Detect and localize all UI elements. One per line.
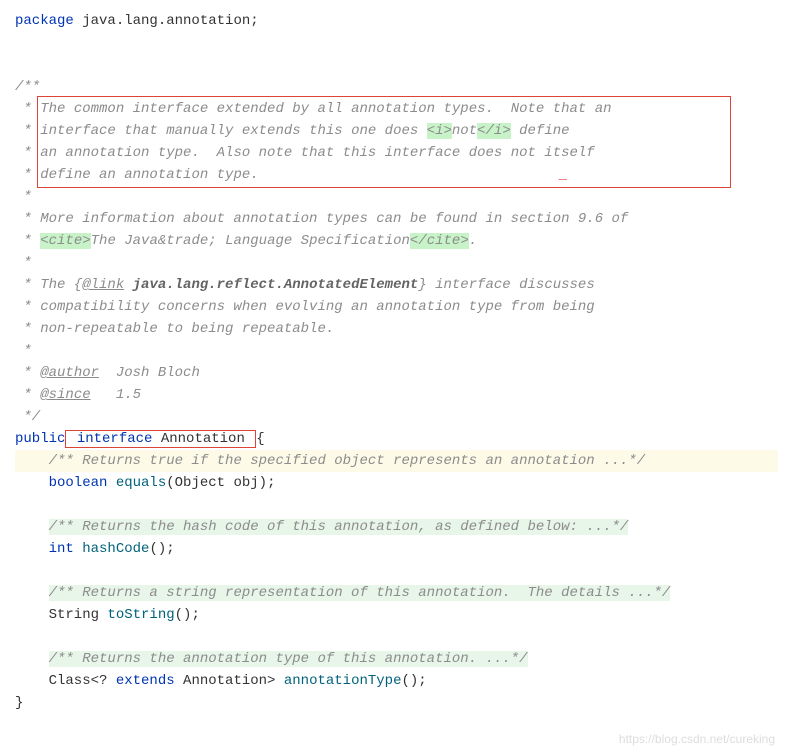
tostring-method: toString <box>107 607 174 623</box>
doc-author-line: * @author Josh Bloch <box>15 362 778 384</box>
doc-star-1: * <box>15 186 778 208</box>
method2-sig: int hashCode(); <box>15 538 778 560</box>
doc-line-11: * non-repeatable to being repeatable. <box>15 318 778 340</box>
author-tag: @author <box>40 365 99 381</box>
watermark: https://blog.csdn.net/cureking <box>619 728 775 750</box>
method3-doc: /** Returns a string representation of t… <box>15 582 778 604</box>
package-keyword: package <box>15 13 74 29</box>
doc-line-9: * The {@link java.lang.reflect.Annotated… <box>15 274 778 296</box>
package-name: java.lang.annotation; <box>74 13 259 29</box>
doc-line-7: * <cite>The Java&trade; Language Specifi… <box>15 230 778 252</box>
method2-doc: /** Returns the hash code of this annota… <box>15 516 778 538</box>
doc-star-3: * <box>15 340 778 362</box>
annotationtype-method: annotationType <box>284 673 402 689</box>
equals-method: equals <box>116 475 166 491</box>
tag-i-close: </i> <box>477 123 511 139</box>
doc-line-3: * an annotation type. Also note that thi… <box>15 142 778 164</box>
doc-line-4: * define an annotation type._ <box>15 164 778 186</box>
tag-i-open: <i> <box>427 123 452 139</box>
method1-doc: /** Returns true if the specified object… <box>15 450 778 472</box>
link-tag: @link <box>82 277 124 293</box>
doc-star-2: * <box>15 252 778 274</box>
red-caret: _ <box>559 167 567 183</box>
doc-line-1: * The common interface extended by all a… <box>15 98 778 120</box>
interface-decl: public interface Annotation { <box>15 428 778 450</box>
tag-cite-close: </cite> <box>410 233 469 249</box>
hashcode-method: hashCode <box>82 541 149 557</box>
interface-keyword: interface <box>68 431 160 447</box>
tag-cite-open: <cite> <box>40 233 90 249</box>
method4-doc: /** Returns the annotation type of this … <box>15 648 778 670</box>
doc-line-6: * More information about annotation type… <box>15 208 778 230</box>
package-line: package java.lang.annotation; <box>15 10 778 32</box>
extends-keyword: extends <box>116 673 175 689</box>
doc-open: /** <box>15 76 778 98</box>
doc-line-10: * compatibility concerns when evolving a… <box>15 296 778 318</box>
code-area: package java.lang.annotation; /** * The … <box>15 10 778 714</box>
method4-sig: Class<? extends Annotation> annotationTy… <box>15 670 778 692</box>
method3-sig: String toString(); <box>15 604 778 626</box>
doc-since-line: * @since 1.5 <box>15 384 778 406</box>
link-target: java.lang.reflect.AnnotatedElement <box>133 277 419 293</box>
method1-sig: boolean equals(Object obj); <box>15 472 778 494</box>
doc-line-2: * interface that manually extends this o… <box>15 120 778 142</box>
public-keyword: public <box>15 431 65 447</box>
brace-close: } <box>15 692 778 714</box>
interface-name: Annotation <box>161 431 253 447</box>
since-tag: @since <box>40 387 90 403</box>
doc-close: */ <box>15 406 778 428</box>
